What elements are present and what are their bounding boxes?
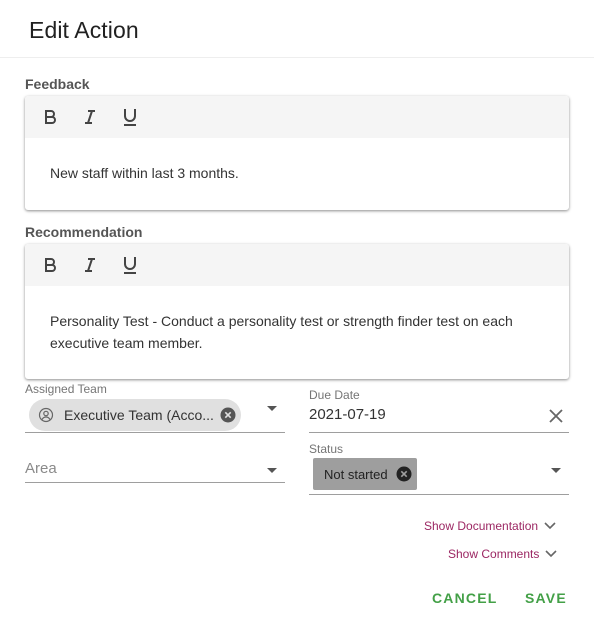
italic-icon (85, 110, 95, 124)
underline-button[interactable] (118, 253, 142, 277)
account-circle-icon (38, 407, 54, 423)
status-dropdown-arrow[interactable] (551, 468, 561, 473)
clear-date-icon[interactable] (547, 407, 565, 425)
due-date-underline (309, 432, 569, 433)
show-comments-label: Show Comments (448, 547, 540, 561)
feedback-text[interactable]: New staff within last 3 months. (25, 138, 569, 184)
underline-button[interactable] (118, 105, 142, 129)
area-dropdown-arrow[interactable] (267, 468, 277, 473)
show-documentation-link[interactable]: Show Documentation (424, 519, 557, 533)
recommendation-text[interactable]: Personality Test - Conduct a personality… (25, 286, 569, 354)
title-divider (0, 57, 594, 58)
remove-status-icon[interactable] (396, 466, 412, 482)
italic-button[interactable] (78, 253, 102, 277)
recommendation-toolbar (25, 244, 569, 286)
status-label: Status (309, 442, 344, 456)
italic-icon (85, 258, 95, 272)
assigned-team-dropdown-arrow[interactable] (267, 406, 277, 411)
dialog-title: Edit Action (29, 17, 139, 43)
bold-icon (45, 258, 56, 272)
bold-button[interactable] (38, 105, 62, 129)
feedback-toolbar (25, 96, 569, 138)
recommendation-label: Recommendation (25, 224, 143, 240)
recommendation-editor: Personality Test - Conduct a personality… (25, 244, 569, 379)
feedback-label: Feedback (25, 76, 90, 92)
assigned-team-chip[interactable]: Executive Team (Acco... (29, 399, 241, 431)
underline-icon (124, 109, 136, 126)
chevron-down-icon (545, 550, 557, 558)
chevron-down-icon (544, 522, 556, 530)
show-comments-link[interactable]: Show Comments (448, 547, 558, 561)
bold-button[interactable] (38, 253, 62, 277)
due-date-label: Due Date (309, 388, 360, 402)
status-chip[interactable]: Not started (313, 458, 417, 490)
cancel-button[interactable]: CANCEL (432, 590, 498, 606)
remove-chip-icon[interactable] (220, 407, 236, 423)
show-documentation-label: Show Documentation (424, 519, 539, 533)
due-date-input[interactable]: 2021-07-19 (309, 406, 386, 423)
area-select[interactable]: Area (25, 460, 57, 477)
assigned-team-label: Assigned Team (25, 382, 107, 396)
italic-button[interactable] (78, 105, 102, 129)
assigned-team-value: Executive Team (Acco... (64, 407, 214, 423)
area-underline (25, 482, 285, 483)
feedback-editor: New staff within last 3 months. (25, 96, 569, 210)
assigned-team-underline (25, 432, 285, 433)
status-value: Not started (324, 466, 388, 482)
bold-icon (45, 110, 56, 124)
status-underline (309, 494, 569, 495)
save-button[interactable]: SAVE (525, 590, 567, 606)
underline-icon (124, 257, 136, 274)
